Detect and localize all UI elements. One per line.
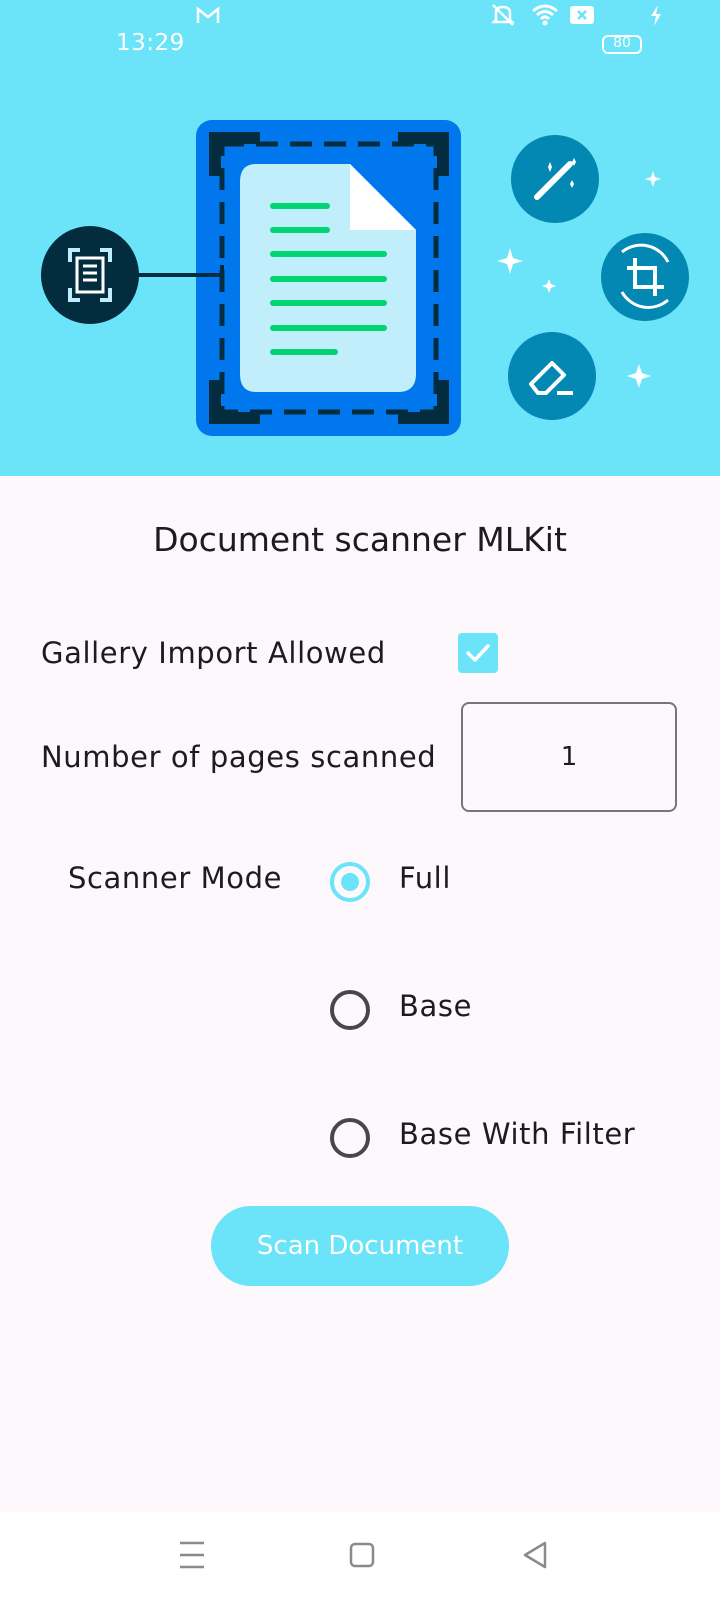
pages-scanned-input[interactable] bbox=[461, 702, 677, 812]
hero-illustration: 13:29 80 bbox=[0, 0, 720, 476]
radio-full[interactable] bbox=[330, 862, 370, 902]
eraser-icon bbox=[508, 332, 596, 420]
radio-base-label[interactable]: Base bbox=[399, 989, 472, 1023]
scan-icon bbox=[41, 226, 139, 324]
scan-document-button[interactable]: Scan Document bbox=[211, 1206, 509, 1286]
home-button[interactable] bbox=[332, 1530, 392, 1580]
radio-base-with-filter[interactable] bbox=[330, 1118, 370, 1158]
crop-rotate-icon bbox=[601, 233, 689, 321]
radio-base[interactable] bbox=[330, 990, 370, 1030]
pages-scanned-label: Number of pages scanned bbox=[41, 740, 437, 774]
charging-icon bbox=[651, 5, 661, 26]
sim-off-icon bbox=[570, 6, 594, 24]
gmail-icon bbox=[196, 6, 220, 23]
menu-icon bbox=[180, 1541, 204, 1569]
menu-button[interactable] bbox=[162, 1530, 222, 1580]
navigation-bar bbox=[0, 1512, 720, 1600]
gallery-import-label: Gallery Import Allowed bbox=[41, 636, 386, 670]
battery-icon: 80 bbox=[602, 35, 642, 54]
back-button[interactable] bbox=[505, 1530, 565, 1580]
document-scan-graphic bbox=[196, 120, 461, 436]
gallery-import-checkbox[interactable] bbox=[458, 633, 498, 673]
page-title: Document scanner MLKit bbox=[153, 520, 567, 559]
back-icon bbox=[523, 1541, 547, 1569]
checkmark-icon bbox=[466, 644, 490, 662]
status-time: 13:29 bbox=[116, 30, 185, 56]
battery-level: 80 bbox=[613, 35, 631, 51]
radio-full-label[interactable]: Full bbox=[399, 861, 451, 895]
home-icon bbox=[349, 1542, 375, 1568]
radio-selected-dot bbox=[341, 873, 359, 891]
wifi-icon bbox=[532, 4, 558, 26]
scanner-mode-label: Scanner Mode bbox=[68, 861, 283, 895]
radio-base-with-filter-label[interactable]: Base With Filter bbox=[399, 1117, 635, 1151]
mute-icon bbox=[490, 4, 516, 26]
magic-wand-icon bbox=[511, 135, 599, 223]
